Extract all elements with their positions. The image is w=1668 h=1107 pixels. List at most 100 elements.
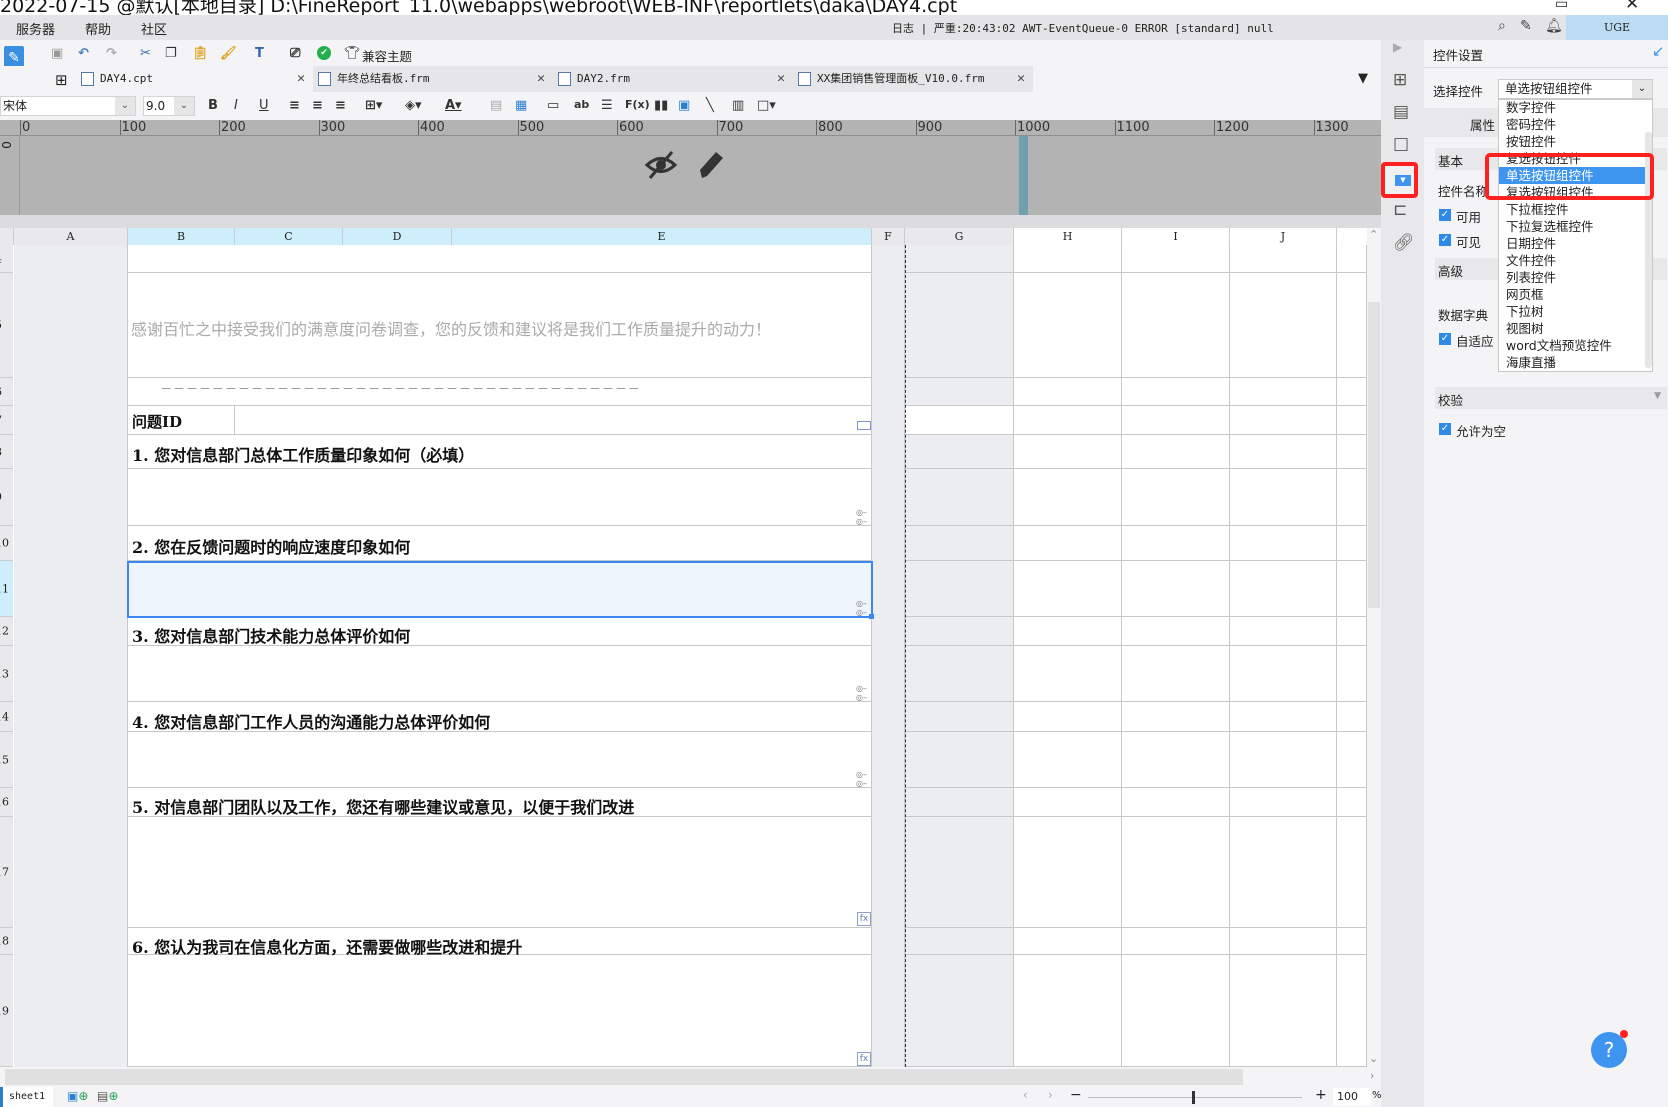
cell-k13[interactable] — [1337, 646, 1367, 702]
question-3[interactable]: 3. 您对信息部门技术能力总体评价如何 — [132, 623, 410, 647]
align-left-icon[interactable]: ≡ — [289, 98, 300, 113]
widget-option[interactable]: 密码控件 — [1499, 116, 1646, 133]
select-all-corner[interactable] — [0, 228, 14, 245]
cell-g10[interactable] — [905, 526, 1014, 561]
widget-type-dropdown[interactable]: 数字控件 密码控件 按钮控件 复选按钮控件 单选按钮组控件 复选按钮组控件 下拉框控件 下拉复… — [1498, 99, 1653, 372]
cell-i18[interactable] — [1122, 928, 1230, 955]
image-icon[interactable]: ▣ — [678, 98, 690, 113]
cell-i15[interactable] — [1122, 732, 1230, 788]
cell-g19[interactable] — [905, 955, 1014, 1067]
notes-icon[interactable]: ✎ — [1520, 18, 1532, 34]
widget-option[interactable]: 列表控件 — [1499, 269, 1646, 286]
scroll-thumb[interactable] — [1368, 302, 1380, 608]
cell-k4[interactable] — [1337, 245, 1367, 273]
text-search-icon[interactable]: T — [255, 46, 264, 61]
font-family-select[interactable]: 宋体 ⌄ — [0, 96, 136, 116]
question-2[interactable]: 2. 您在反馈问题时的响应速度印象如何 — [132, 534, 410, 558]
check-icon[interactable]: ✔ — [317, 46, 331, 60]
cell-g5[interactable] — [905, 273, 1014, 378]
cell-i5[interactable] — [1122, 273, 1230, 378]
row-header-5[interactable]: 5 — [0, 273, 13, 378]
cell-a14[interactable] — [14, 702, 128, 732]
cell-b4[interactable] — [128, 245, 872, 273]
cell-h10[interactable] — [1014, 526, 1122, 561]
next-sheet-icon[interactable]: › — [1048, 1088, 1053, 1102]
cell-f17[interactable] — [872, 817, 905, 928]
cell-info-icon[interactable]: ▤ — [1393, 102, 1409, 122]
cell-j6[interactable] — [1230, 378, 1337, 406]
adaptive-checkbox[interactable]: ✓ — [1439, 333, 1451, 345]
widget-option[interactable]: 下拉复选框控件 — [1499, 218, 1646, 235]
row-header-18[interactable]: 18 — [0, 928, 13, 955]
cell-g15[interactable] — [905, 732, 1014, 788]
widget-option[interactable]: word文档预览控件 — [1499, 337, 1646, 354]
column-header-b[interactable]: B — [128, 228, 235, 245]
vertical-scrollbar[interactable]: ⌃ ⌄ — [1367, 228, 1381, 1067]
cell-k15[interactable] — [1337, 732, 1367, 788]
menu-help[interactable]: 帮助 — [85, 19, 111, 38]
formula-icon[interactable]: F(x) — [625, 98, 650, 111]
cell-h17[interactable] — [1014, 817, 1122, 928]
restore-icon[interactable]: ▭ — [1555, 0, 1568, 12]
add-dashboard-sheet-icon[interactable]: ▤⊕ — [97, 1089, 118, 1103]
cell-j4[interactable] — [1230, 245, 1337, 273]
column-header-i[interactable]: I — [1122, 228, 1230, 245]
cell-f6[interactable] — [872, 378, 905, 406]
cell-h11[interactable] — [1014, 561, 1122, 617]
condition-attr-icon[interactable]: ⊏ — [1393, 200, 1407, 220]
widget-option[interactable]: 下拉树 — [1499, 303, 1646, 320]
cell-a15[interactable] — [14, 732, 128, 788]
cell-h14[interactable] — [1014, 702, 1122, 732]
copy-icon[interactable]: ❐ — [165, 46, 177, 61]
cell-h12[interactable] — [1014, 617, 1122, 646]
textfield-icon[interactable]: ▭ — [547, 98, 559, 113]
cell-h5[interactable] — [1014, 273, 1122, 378]
cell-i19[interactable] — [1122, 955, 1230, 1067]
cell-g16[interactable] — [905, 788, 1014, 817]
cell-b9[interactable] — [128, 469, 872, 526]
widget-option[interactable]: 视图树 — [1499, 320, 1646, 337]
cell-j7[interactable] — [1230, 406, 1337, 435]
format-painter-icon[interactable]: 🖌︎ — [220, 46, 237, 61]
cell-g13[interactable] — [905, 646, 1014, 702]
scroll-up-icon[interactable]: ⌃ — [1369, 228, 1378, 241]
align-center-icon[interactable]: ≡ — [312, 98, 323, 113]
add-report-sheet-icon[interactable]: ▣⊕ — [67, 1089, 88, 1103]
row-header-7[interactable]: 7 — [0, 406, 13, 435]
paste-icon[interactable]: 📋︎ — [192, 46, 209, 61]
chart-icon[interactable]: ▮▮ — [654, 98, 668, 113]
row-header-11[interactable]: 11 — [0, 561, 13, 617]
cell-f9[interactable] — [872, 469, 905, 526]
cell-g6[interactable] — [905, 378, 1014, 406]
dashed-separator[interactable]: －－－－－－－－－－－－－－－－－－－－－－－－－－－－－－－－－－－－－ — [160, 380, 641, 397]
save-icon[interactable]: ▣ — [51, 46, 63, 61]
question-id-label[interactable]: 问题ID — [132, 411, 182, 432]
cell-h8[interactable] — [1014, 435, 1122, 469]
row-header-14[interactable]: 14 — [0, 702, 13, 732]
widget-option[interactable]: 海康直播 — [1499, 354, 1646, 371]
row-header-4[interactable]: 4 — [0, 245, 13, 273]
cell-g8[interactable] — [905, 435, 1014, 469]
cell-j8[interactable] — [1230, 435, 1337, 469]
column-resize-guide[interactable] — [1019, 136, 1028, 215]
cell-i17[interactable] — [1122, 817, 1230, 928]
preview-icon[interactable]: ⎚ — [290, 46, 300, 61]
cell-i9[interactable] — [1122, 469, 1230, 526]
cell-k19[interactable] — [1337, 955, 1367, 1067]
zoom-slider-handle[interactable] — [1192, 1091, 1195, 1104]
column-header-g[interactable]: G — [905, 228, 1014, 245]
cell-h9[interactable] — [1014, 469, 1122, 526]
font-size-select[interactable]: 9.0 ⌄ — [143, 96, 195, 116]
cell-j19[interactable] — [1230, 955, 1337, 1067]
bell-icon[interactable]: 🔔︎ — [1545, 18, 1563, 34]
cell-j5[interactable] — [1230, 273, 1337, 378]
cell-i11[interactable] — [1122, 561, 1230, 617]
cell-a17[interactable] — [14, 817, 128, 928]
cell-f19[interactable] — [872, 955, 905, 1067]
redo-icon[interactable]: ↷ — [106, 46, 117, 61]
cell-k11[interactable] — [1337, 561, 1367, 617]
widget-type-select[interactable]: 单选按钮组控件 ⌄ — [1498, 79, 1653, 99]
cell-f15[interactable] — [872, 732, 905, 788]
question-6[interactable]: 6. 您认为我司在信息化方面，还需要做哪些改进和提升 — [132, 934, 522, 958]
paragraph-icon[interactable]: ☰ — [601, 98, 613, 113]
